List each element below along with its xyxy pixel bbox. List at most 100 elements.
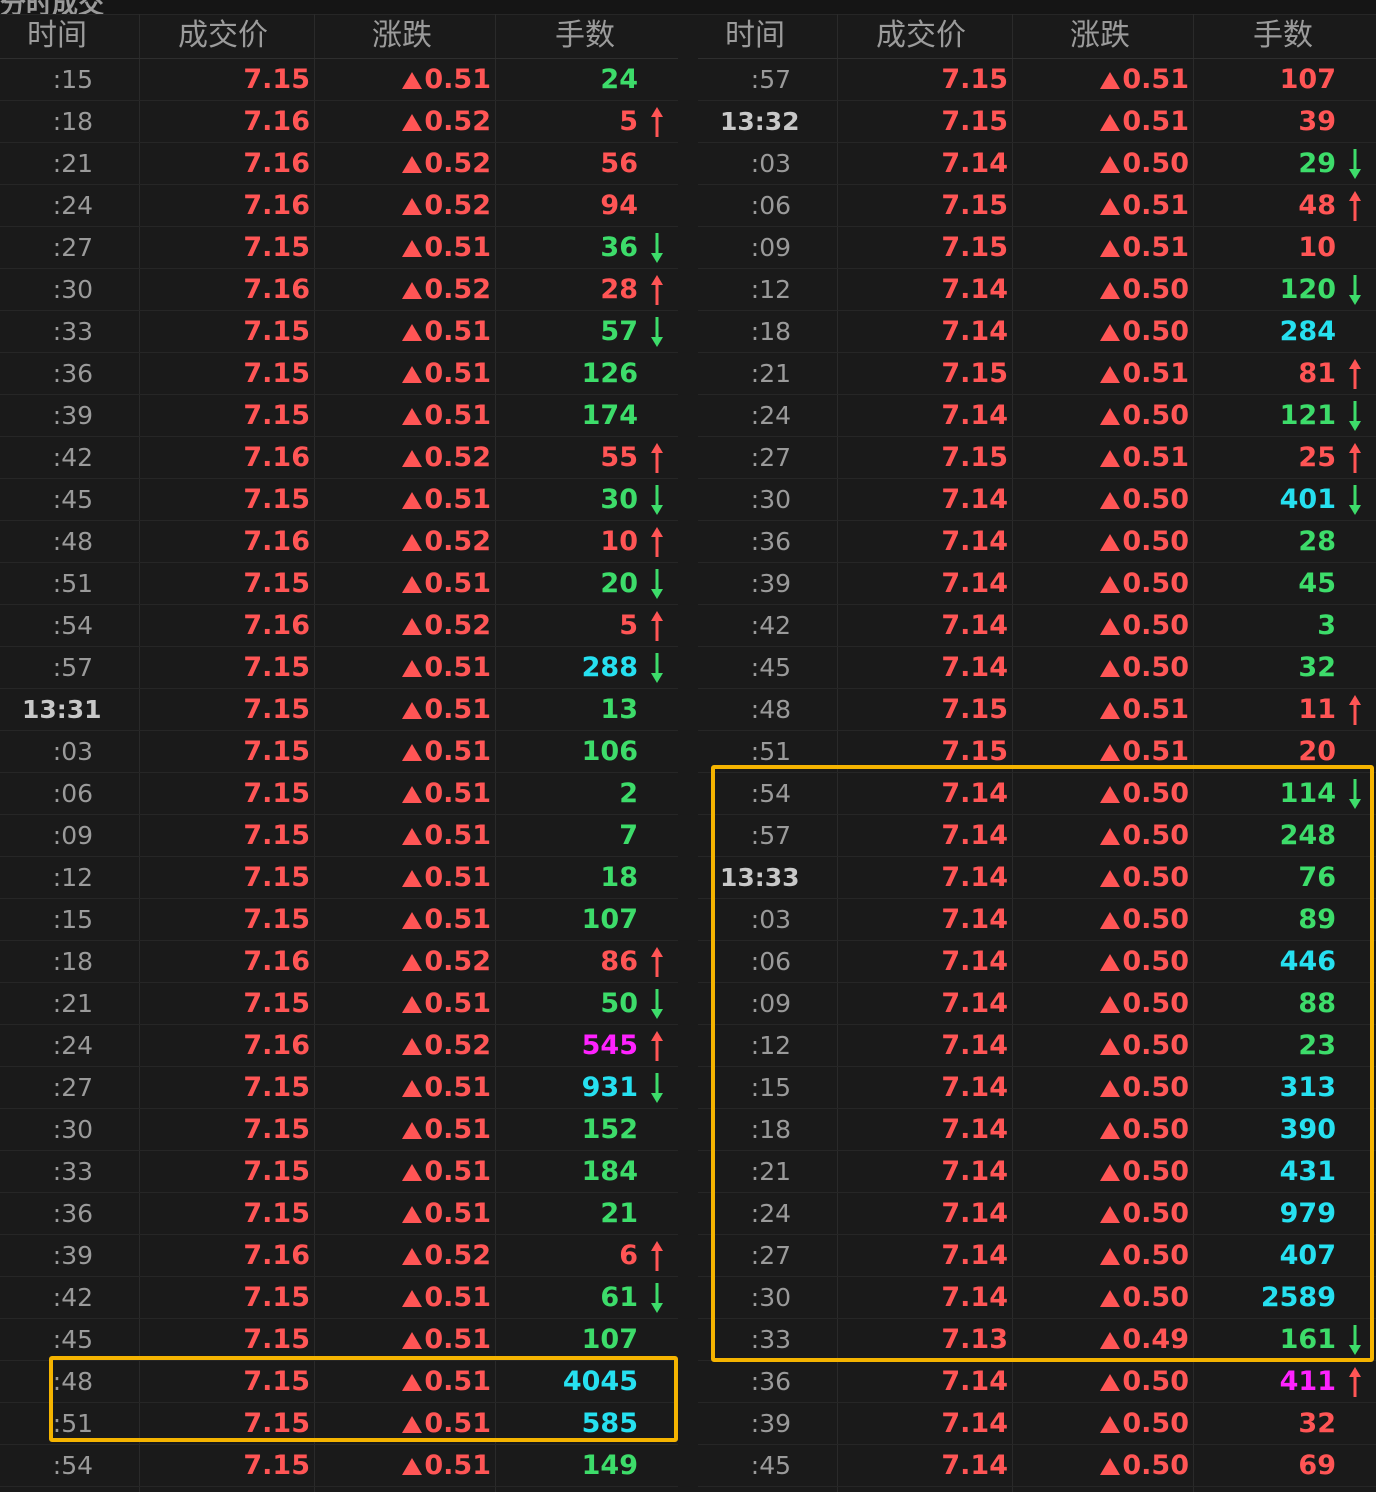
trade-volume: 23	[1298, 1030, 1336, 1061]
trade-row: :36 7.15 0.51 21	[0, 1193, 678, 1235]
trade-row: :54 7.14 0.50 114	[698, 773, 1376, 815]
trade-row: 13:31 7.15 0.51 13	[0, 689, 678, 731]
trade-volume: 545	[581, 1030, 638, 1061]
trade-price: 7.16	[243, 946, 310, 977]
trade-volume: 36	[600, 232, 638, 263]
arrow-up-icon	[651, 275, 663, 305]
trade-time: :06	[750, 191, 791, 220]
trade-change: 0.50	[1122, 1072, 1189, 1103]
trade-change: 0.51	[424, 820, 491, 851]
trade-price: 7.15	[243, 1282, 310, 1313]
trade-volume: 114	[1279, 778, 1336, 809]
trade-row: :42 7.15 0.51 61	[0, 1277, 678, 1319]
trade-change: 0.51	[1122, 190, 1189, 221]
trade-change: 0.50	[1122, 1030, 1189, 1061]
trade-change: 0.51	[1122, 106, 1189, 137]
trade-time: :03	[750, 905, 791, 934]
trade-volume: 149	[581, 1450, 638, 1481]
trade-volume: 121	[1279, 400, 1336, 431]
trade-row: :45 7.14 0.50 69	[698, 1445, 1376, 1487]
trade-row: :51 7.15 0.51 20	[0, 563, 678, 605]
trade-time: :42	[750, 611, 791, 640]
triangle-up-icon	[1100, 1374, 1120, 1391]
triangle-up-icon	[1100, 912, 1120, 929]
trade-row: :15 7.15 0.51 107	[0, 899, 678, 941]
triangle-up-icon	[1100, 1458, 1120, 1475]
trade-change: 0.50	[1122, 484, 1189, 515]
trade-change: 0.51	[424, 232, 491, 263]
triangle-up-icon	[1100, 786, 1120, 803]
trade-time: :54	[52, 611, 93, 640]
trade-change: 0.50	[1122, 820, 1189, 851]
arrow-down-icon	[651, 1073, 663, 1103]
triangle-up-icon	[402, 114, 422, 131]
trade-volume: 585	[581, 1408, 638, 1439]
trade-change: 0.51	[424, 904, 491, 935]
trade-row: :45 7.15 0.51 107	[0, 1319, 678, 1361]
trade-volume: 89	[1298, 904, 1336, 935]
trade-change: 0.51	[424, 316, 491, 347]
trade-change: 0.51	[424, 1198, 491, 1229]
trade-time: :33	[52, 1157, 93, 1186]
trade-price: 7.14	[941, 1408, 1008, 1439]
triangle-up-icon	[1100, 492, 1120, 509]
triangle-up-icon	[402, 702, 422, 719]
arrow-down-icon	[651, 485, 663, 515]
trade-price: 7.16	[243, 274, 310, 305]
trade-change: 0.50	[1122, 862, 1189, 893]
header-volume: 手数	[1253, 18, 1313, 53]
trade-price: 7.15	[941, 442, 1008, 473]
trade-row: :21 7.15 0.51 50	[0, 983, 678, 1025]
trade-volume: 20	[1298, 736, 1336, 767]
triangle-up-icon	[402, 72, 422, 89]
trade-price: 7.15	[243, 862, 310, 893]
trade-price: 7.15	[243, 1324, 310, 1355]
header-change: 涨跌	[1070, 18, 1130, 53]
triangle-up-icon	[1100, 1038, 1120, 1055]
trade-change: 0.50	[1122, 1156, 1189, 1187]
trade-time: :42	[52, 1283, 93, 1312]
trade-volume: 81	[1298, 358, 1336, 389]
trade-volume: 11	[1298, 694, 1336, 725]
trade-row: :42 7.16 0.52 55	[0, 437, 678, 479]
trade-row: :27 7.15 0.51 931	[0, 1067, 678, 1109]
trade-time: :57	[750, 65, 791, 94]
trade-volume: 76	[1298, 862, 1336, 893]
trade-volume: 161	[1279, 1324, 1336, 1355]
trade-row: :33 7.15 0.51 57	[0, 311, 678, 353]
trade-change: 0.50	[1122, 988, 1189, 1019]
trade-price: 7.14	[941, 1450, 1008, 1481]
trade-price: 7.15	[243, 1198, 310, 1229]
page-title-strip: 分时成交	[0, 0, 1376, 15]
trade-volume: 5	[619, 610, 638, 641]
trade-price: 7.15	[243, 652, 310, 683]
trade-row: :24 7.16 0.52 545	[0, 1025, 678, 1067]
trade-time: :54	[750, 779, 791, 808]
trade-row: :18 7.14 0.50 284	[698, 311, 1376, 353]
trade-volume: 28	[1298, 526, 1336, 557]
trade-volume: 32	[1298, 1408, 1336, 1439]
trade-time: :39	[750, 569, 791, 598]
trade-row: :39 7.14 0.50 32	[698, 1403, 1376, 1445]
trade-change: 0.50	[1122, 1240, 1189, 1271]
arrow-up-icon	[651, 527, 663, 557]
trade-row: :09 7.15 0.51 7	[0, 815, 678, 857]
triangle-up-icon	[1100, 996, 1120, 1013]
header-price: 成交价	[178, 18, 268, 53]
trade-volume: 126	[581, 358, 638, 389]
trade-price: 7.14	[941, 526, 1008, 557]
trade-price: 7.15	[243, 232, 310, 263]
trade-time: 13:33	[720, 863, 800, 892]
trade-time: :15	[52, 905, 93, 934]
trade-row: :33 7.13 0.49 161	[698, 1319, 1376, 1361]
trade-volume: 184	[581, 1156, 638, 1187]
trade-price: 7.15	[243, 1408, 310, 1439]
trade-volume: 20	[600, 568, 638, 599]
trade-price: 7.15	[941, 190, 1008, 221]
trade-row: :39 7.15 0.51 174	[0, 395, 678, 437]
trade-time: :30	[750, 1283, 791, 1312]
header-change: 涨跌	[372, 18, 432, 53]
arrow-down-icon	[1349, 275, 1361, 305]
trade-price: 7.14	[941, 568, 1008, 599]
trade-time: :24	[52, 191, 93, 220]
